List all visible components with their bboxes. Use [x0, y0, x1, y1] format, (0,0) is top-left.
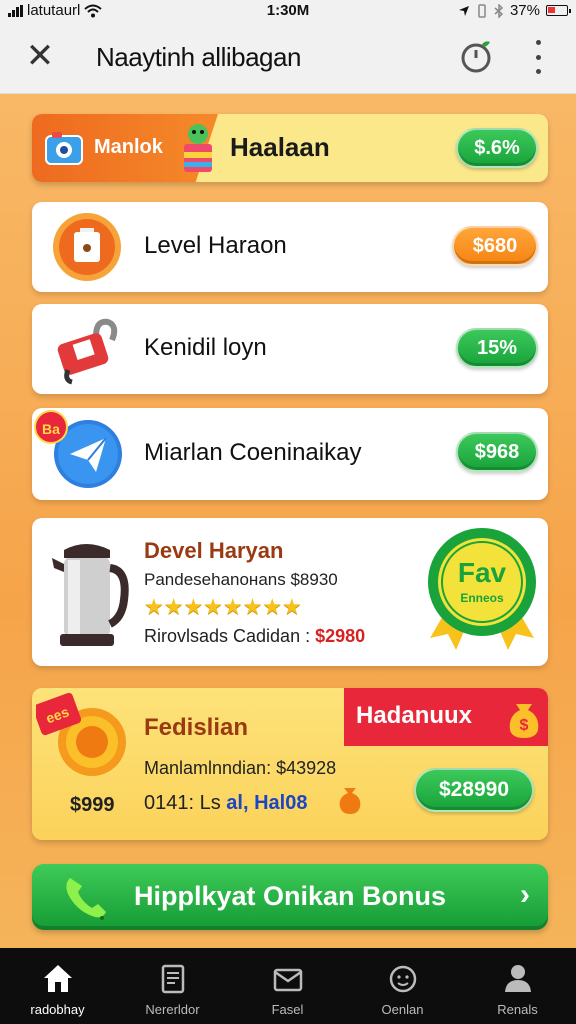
promo-code-blue: al, Hal08 [226, 792, 308, 814]
list-item-level[interactable]: Level Haraon $680 [32, 202, 548, 292]
tab-label: radobhay [30, 1002, 85, 1017]
badge-bottom-text: Enneos [460, 591, 504, 605]
featured-banner[interactable]: Manlok Haalaan $.6% [32, 114, 548, 182]
list-item-price-button[interactable]: $680 [452, 226, 538, 266]
content-area: Manlok Haalaan $.6% Level Haraon $680 Ke… [0, 94, 576, 948]
tab-home[interactable]: radobhay [0, 948, 115, 1024]
battery-icon [546, 5, 571, 16]
box-coin-icon [53, 213, 121, 281]
pouch-icon [339, 788, 361, 814]
gift-icon [184, 124, 212, 172]
fav-seal-badge[interactable]: Fav Enneos [424, 526, 540, 652]
vibrate-icon [478, 3, 486, 18]
promo-code-prefix: 0141: Ls [144, 792, 221, 814]
list-item-label: Miarlan Coeninaikay [144, 439, 362, 466]
status-bar: latutaurl 1:30M 37% [0, 0, 576, 22]
tab-label: Fasel [271, 1002, 304, 1017]
more-options-icon[interactable] [528, 40, 548, 74]
cta-label: Hipplkyat Onikan Bonus [134, 881, 447, 911]
kettle-image [52, 544, 129, 646]
list-item-miarlan[interactable]: Ba Miarlan Coeninaikay $968 [32, 408, 548, 500]
chevron-right-icon: › [520, 878, 530, 911]
bluetooth-icon [494, 3, 504, 18]
tab-messages[interactable]: Fasel [230, 948, 345, 1024]
item-new-badge: Ba [34, 410, 68, 444]
tab-label: Renals [497, 1002, 538, 1017]
product-line-label: Rirovlsads Cadidan : [144, 626, 316, 646]
camera-icon [45, 132, 83, 165]
person-icon [505, 965, 531, 992]
status-right: 37% [458, 2, 571, 19]
promo-left-price: $999 [70, 794, 115, 816]
list-item-price-button[interactable]: $968 [456, 432, 538, 472]
product-card[interactable]: Devel Haryan Pandesehanoнans $8930 ★★★★★… [32, 518, 548, 666]
bonus-cta-button[interactable]: Hipplkyat Onikan Bonus › [32, 864, 548, 930]
location-icon [458, 5, 469, 16]
product-desc: Pandesehanoнans $8930 [144, 570, 338, 589]
banner-price-button[interactable]: $.6% [456, 128, 538, 168]
document-icon [161, 964, 185, 994]
padlock-icon [57, 318, 118, 385]
product-title: Devel Haryan [144, 538, 284, 563]
list-item-label: Level Haraon [144, 232, 287, 259]
list-item-label: Kenidil loyn [144, 334, 267, 361]
face-icon [389, 965, 417, 993]
close-icon[interactable]: ✕ [22, 36, 58, 76]
list-item-kenidil[interactable]: Kenidil loyn 15% [32, 304, 548, 394]
tab-label: Nererldor [145, 1002, 200, 1017]
promo-code-line: 0141: Ls al, Hal08 [144, 792, 307, 815]
tab-profile[interactable]: Renals [460, 948, 575, 1024]
promo-desc: Manlamlnndian: $43928 [144, 758, 337, 778]
coin-icon: ees [36, 692, 126, 776]
tab-documents[interactable]: Nererldor [115, 948, 230, 1024]
phone-icon [66, 878, 106, 920]
home-icon [44, 965, 72, 992]
promo-red-tag: Hadanuux $ [344, 688, 548, 746]
battery-percent: 37% [509, 2, 540, 19]
page-title: Naaytinh allibagan [96, 42, 301, 72]
banner-brand: Manlok [94, 136, 163, 158]
promo-title: Fedislian [144, 714, 249, 741]
badge-top-text: Fav [458, 557, 507, 588]
promo-price-button[interactable]: $28990 [414, 768, 534, 812]
bottom-tab-bar: radobhay Nererldor Fasel Oenlan Renals [0, 948, 576, 1024]
tab-label: Oenlan [381, 1002, 424, 1017]
svg-text:$: $ [520, 717, 529, 734]
promo-card[interactable]: ees Fedislian Hadanuux $ Manlamlnndian: … [32, 688, 548, 840]
timer-icon[interactable] [458, 38, 494, 74]
product-line: Rirovlsads Cadidan : $2980 [144, 626, 365, 647]
rating-stars: ★★★★★★★★ [144, 594, 302, 619]
banner-name: Haalaan [230, 132, 330, 162]
list-item-price-button[interactable]: 15% [456, 328, 538, 368]
money-bag-icon: $ [509, 704, 539, 738]
product-price: $2980 [315, 626, 366, 646]
tab-online[interactable]: Oenlan [345, 948, 460, 1024]
app-bar: ✕ Naaytinh allibagan [0, 22, 576, 94]
promo-red-tag-text: Hadanuux [356, 702, 473, 729]
envelope-icon [273, 968, 303, 992]
